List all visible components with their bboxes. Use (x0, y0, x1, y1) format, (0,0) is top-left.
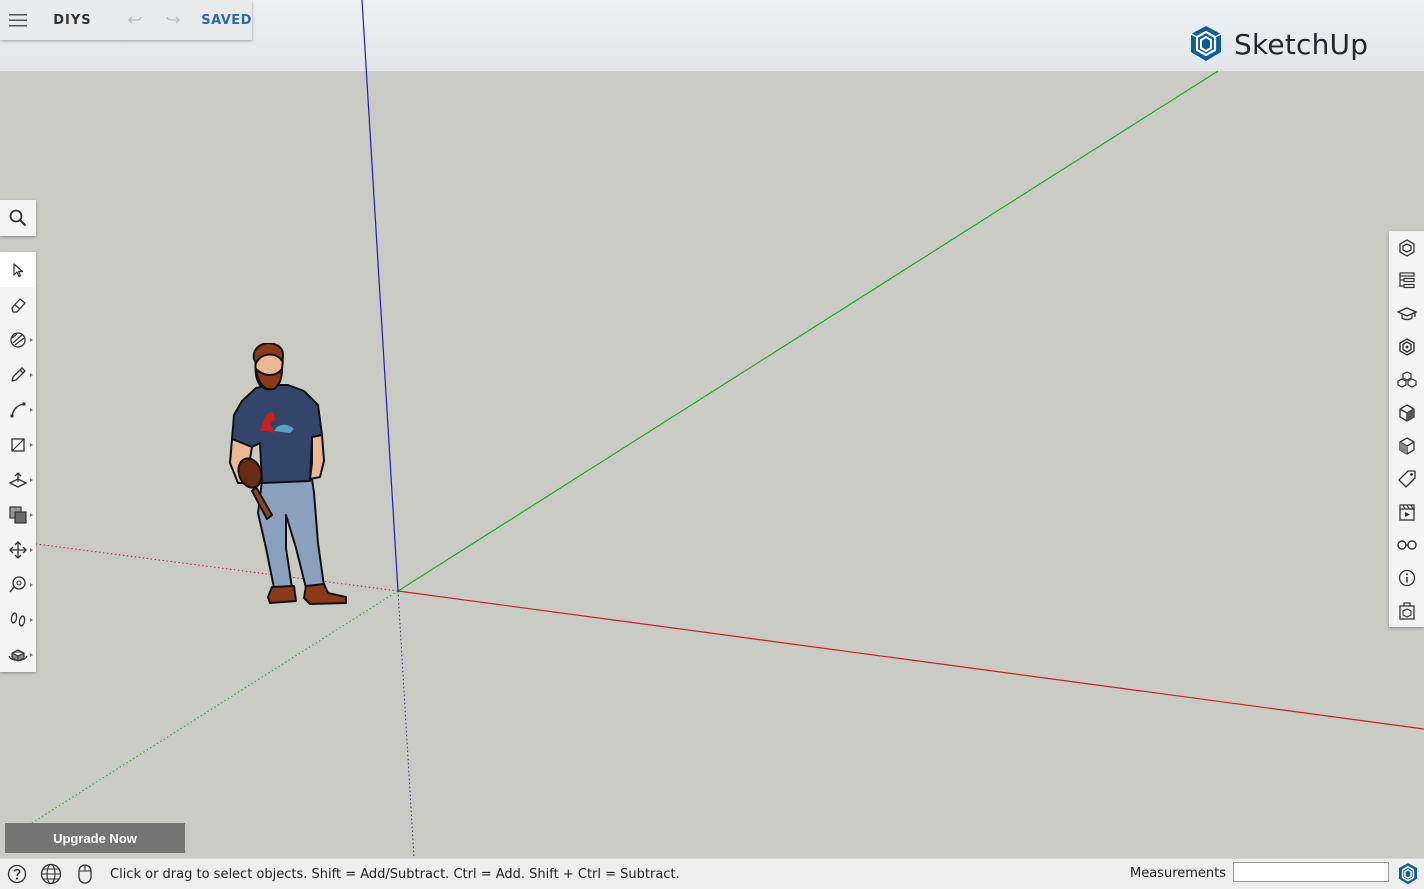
help-icon (7, 864, 27, 884)
paint-icon (10, 331, 26, 348)
status-hint-text: Click or drag to select objects. Shift =… (110, 866, 680, 882)
rectangle-icon (11, 437, 25, 452)
help-button[interactable] (0, 859, 34, 889)
sketchup-logo-icon (1190, 26, 1222, 61)
line-tool[interactable] (0, 357, 36, 392)
tape-measure-tool[interactable] (0, 567, 36, 602)
scale-figure[interactable] (222, 343, 352, 608)
components-icon (1396, 370, 1417, 388)
flyout-indicator (30, 618, 33, 622)
styles-panel[interactable] (1389, 396, 1424, 429)
arrow-cursor-icon (13, 262, 24, 277)
materials-panel[interactable] (1389, 330, 1424, 363)
figure-shoe-left (267, 585, 297, 604)
shadow-cube-icon (1398, 436, 1415, 455)
push-pull-tool[interactable] (0, 462, 36, 497)
tag-icon (1397, 469, 1416, 488)
components-panel[interactable] (1389, 363, 1424, 396)
red-axis-positive (397, 590, 1424, 730)
figure-legs (257, 478, 325, 589)
mouse-icon (78, 864, 92, 884)
push-pull-icon (8, 471, 28, 488)
info-panel[interactable] (1389, 561, 1424, 594)
flyout-indicator (30, 583, 33, 587)
footprints-icon (10, 611, 26, 627)
search-button[interactable] (0, 200, 36, 236)
flyout-indicator (30, 653, 33, 657)
extension-box-icon (1398, 601, 1415, 620)
green-axis-negative (4, 590, 399, 841)
move-icon (9, 540, 27, 559)
search-icon (9, 209, 27, 227)
extension-panel[interactable] (1389, 594, 1424, 627)
graduation-cap-icon (1396, 306, 1417, 320)
display-panel[interactable] (1389, 528, 1424, 561)
shadows-panel[interactable] (1389, 429, 1424, 462)
instructor-panel[interactable] (1389, 297, 1424, 330)
flyout-indicator (30, 443, 33, 447)
undo-button[interactable] (123, 0, 147, 40)
flyout-indicator (30, 373, 33, 377)
left-toolbar (0, 252, 36, 672)
select-tool[interactable] (0, 252, 36, 287)
scenes-panel[interactable] (1389, 495, 1424, 528)
styles-cube-icon (1398, 403, 1415, 422)
orbit-tool[interactable] (0, 637, 36, 672)
figure-shoe-right (303, 583, 347, 605)
walk-tool[interactable] (0, 602, 36, 637)
mouse-hint-button[interactable] (68, 859, 102, 889)
sketchup-logo-text: SketchUp (1234, 27, 1369, 61)
top-bar: DIYS SAVED (0, 0, 252, 40)
status-bar: Click or drag to select objects. Shift =… (0, 858, 1424, 889)
flyout-indicator (30, 548, 33, 552)
paint-bucket-tool[interactable] (0, 322, 36, 357)
flyout-indicator (30, 513, 33, 517)
cube-outline-icon (1398, 238, 1415, 257)
tape-measure-icon (9, 575, 26, 592)
glasses-icon (1396, 539, 1417, 550)
offset-icon (9, 505, 27, 524)
menu-button[interactable] (0, 0, 35, 40)
project-name[interactable]: DIYS (53, 13, 105, 28)
right-panel-toolbar (1389, 231, 1424, 627)
flyout-indicator (30, 408, 33, 412)
arc-tool[interactable] (0, 392, 36, 427)
materials-icon (1398, 337, 1415, 356)
scenes-clapper-icon (1398, 503, 1415, 521)
upgrade-now-button[interactable]: Upgrade Now (5, 823, 185, 853)
pencil-icon (11, 366, 26, 382)
globe-icon (40, 863, 62, 885)
measurements-input[interactable] (1233, 862, 1389, 882)
sketchup-small-logo-icon (1399, 863, 1417, 885)
blue-axis-positive (361, 0, 399, 592)
redo-button[interactable] (161, 0, 185, 40)
redo-icon (166, 16, 181, 24)
axes (4, 0, 1424, 859)
outliner-panel[interactable] (1389, 264, 1424, 297)
move-tool[interactable] (0, 532, 36, 567)
geo-location-button[interactable] (34, 859, 68, 889)
blue-axis-negative (397, 590, 415, 859)
entity-info-panel[interactable] (1389, 231, 1424, 264)
figure-arm-right (309, 434, 325, 480)
arc-icon (10, 402, 26, 417)
info-icon (1398, 569, 1415, 586)
green-axis-positive (397, 70, 1219, 592)
tags-panel[interactable] (1389, 462, 1424, 495)
sketchup-logo: SketchUp (1188, 24, 1368, 64)
offset-tool[interactable] (0, 497, 36, 532)
orbit-icon (8, 648, 28, 662)
undo-icon (128, 16, 142, 24)
measurements-label: Measurements (1130, 866, 1227, 881)
flyout-indicator (30, 478, 33, 482)
save-status: SAVED (201, 12, 252, 28)
outliner-icon (1398, 271, 1415, 288)
hamburger-menu-icon (8, 13, 27, 26)
flyout-indicator (30, 338, 33, 342)
eraser-tool[interactable] (0, 287, 36, 322)
eraser-icon (11, 297, 26, 313)
rectangle-tool[interactable] (0, 427, 36, 462)
